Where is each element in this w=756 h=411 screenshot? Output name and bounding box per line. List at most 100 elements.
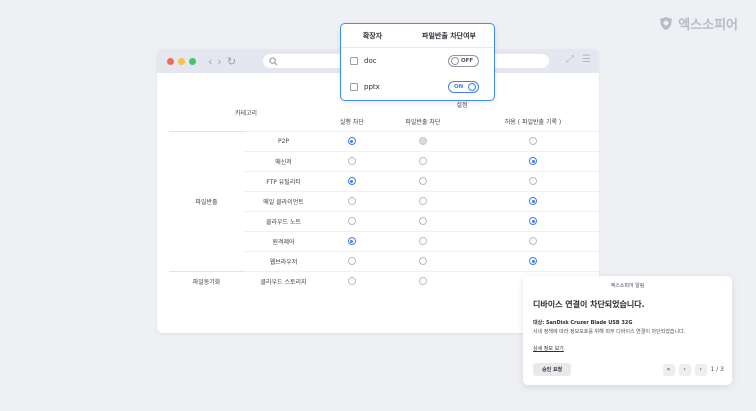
- radio-cell: [380, 270, 466, 291]
- radio-export-block[interactable]: [418, 177, 427, 185]
- prev-page-button[interactable]: ‹: [678, 363, 691, 376]
- radio-cell: [465, 130, 599, 151]
- radio-cell: [465, 170, 599, 191]
- radio-cell: [323, 270, 381, 291]
- radio-export-block[interactable]: [418, 277, 427, 286]
- table-row: 파일반출 P2P: [169, 130, 599, 271]
- radio-allow-log[interactable]: [529, 237, 538, 245]
- page-indicator: 1 / 3: [710, 366, 724, 373]
- block-column-header: 파일반출 차단여부: [422, 31, 476, 40]
- radio-export-block[interactable]: [418, 237, 427, 245]
- notification-heading: 디바이스 연결이 차단되었습니다.: [533, 300, 645, 309]
- radio-allow-log[interactable]: [529, 157, 538, 165]
- next-page-button[interactable]: ›: [694, 363, 707, 376]
- toggle-label: ON: [454, 84, 464, 90]
- radio-export-block[interactable]: [418, 197, 427, 205]
- radio-cell: [323, 130, 381, 151]
- radio-execution-block[interactable]: [347, 137, 356, 145]
- column-header-execution-block: 실행 차단: [339, 119, 364, 127]
- notification-message: 사내 정책에 따라 정보보호를 위해 외부 디바이스 연결이 차단되었습니다.: [533, 329, 686, 335]
- radio-allow-log[interactable]: [529, 177, 538, 185]
- radio-cell: [465, 150, 599, 171]
- category-label: 웹브라우저: [244, 250, 323, 271]
- forward-button[interactable]: ›: [217, 56, 221, 67]
- radio-export-block[interactable]: [418, 217, 427, 225]
- extension-name: pptx: [364, 83, 380, 91]
- radio-cell: [323, 250, 381, 271]
- radio-cell: [380, 130, 466, 151]
- radio-execution-block[interactable]: [347, 197, 356, 205]
- group-label: 파일반출: [169, 130, 244, 271]
- radio-cell: [380, 230, 466, 251]
- radio-execution-block[interactable]: [347, 177, 356, 185]
- radio-execution-block[interactable]: [347, 257, 356, 265]
- toggle-label: OFF: [461, 58, 474, 64]
- extension-name: doc: [364, 57, 377, 65]
- radio-cell: [465, 190, 599, 211]
- category-label: 클라우드 노트: [244, 210, 323, 231]
- radio-export-block[interactable]: [418, 137, 427, 145]
- radio-cell: [465, 210, 599, 231]
- radio-allow-log[interactable]: [529, 137, 538, 145]
- close-window-button[interactable]: [167, 57, 174, 65]
- extension-block-popup: 확장자 파일반출 차단여부 doc OFF pptx ON: [340, 23, 495, 101]
- radio-execution-block[interactable]: [347, 217, 356, 225]
- radio-execution-block[interactable]: [347, 237, 356, 245]
- column-header-export-block: 파일반출 차단: [405, 119, 441, 127]
- approval-request-button[interactable]: 승인 요청: [533, 363, 572, 376]
- category-label: 클라우드 스토리지: [244, 270, 323, 291]
- reload-button[interactable]: ↻: [227, 56, 236, 67]
- back-button[interactable]: ‹: [208, 56, 212, 67]
- radio-allow-log[interactable]: [529, 257, 538, 265]
- radio-cell: [465, 230, 599, 251]
- details-link[interactable]: 상세 정보 보기: [533, 345, 564, 352]
- radio-execution-block[interactable]: [347, 157, 356, 165]
- extension-checkbox[interactable]: [350, 83, 358, 91]
- radio-cell: [323, 230, 381, 251]
- policy-table: 카테고리 설정 실행 차단 파일반출 차단 허용 ( 파일반출 기록 ) 파일반…: [169, 95, 599, 291]
- radio-allow-log[interactable]: [529, 197, 538, 205]
- radio-cell: [323, 190, 381, 211]
- search-icon: [269, 56, 278, 65]
- radio-execution-block[interactable]: [347, 277, 356, 286]
- maximize-window-button[interactable]: [189, 57, 196, 65]
- category-label: FTP 유틸리티: [244, 170, 323, 191]
- first-page-button[interactable]: «: [662, 363, 675, 376]
- radio-cell: [323, 170, 381, 191]
- brand-logo: 엑스소피어: [660, 14, 738, 33]
- notification-target: 대상: SanDisk Cruzer Blade USB 32G: [533, 320, 633, 326]
- column-header-allow-log: 허용 ( 파일반출 기록 ): [504, 119, 562, 127]
- radio-allow-log[interactable]: [529, 217, 538, 225]
- group-label: 파일동기화: [169, 270, 244, 291]
- extension-row: pptx ON: [341, 74, 494, 100]
- expand-icon[interactable]: ⤢: [566, 54, 574, 65]
- minimize-window-button[interactable]: [178, 57, 185, 65]
- radio-cell: [380, 210, 466, 231]
- radio-cell: [380, 170, 466, 191]
- radio-export-block[interactable]: [418, 257, 427, 265]
- toggle-knob: [468, 83, 476, 91]
- extension-row: doc OFF: [341, 48, 494, 74]
- radio-cell: [380, 190, 466, 211]
- brand-name: 엑스소피어: [678, 18, 738, 33]
- extension-column-header: 확장자: [362, 31, 383, 40]
- category-header: 카테고리: [234, 110, 258, 118]
- block-toggle[interactable]: ON: [448, 81, 479, 93]
- category-label: 메일 클라이언트: [244, 190, 323, 211]
- radio-cell: [380, 150, 466, 171]
- shield-icon: [660, 17, 673, 30]
- notification-title: 엑스소피어 알림: [610, 283, 645, 289]
- toggle-knob: [451, 57, 459, 65]
- category-label: P2P: [244, 130, 323, 151]
- radio-cell: [380, 250, 466, 271]
- radio-export-block[interactable]: [418, 157, 427, 165]
- extension-checkbox[interactable]: [350, 57, 358, 65]
- category-label: 원격제어: [244, 230, 323, 251]
- block-toggle[interactable]: OFF: [448, 55, 479, 67]
- radio-cell: [323, 150, 381, 171]
- category-label: 메신저: [244, 150, 323, 171]
- notification-pager: « ‹ › 1 / 3: [662, 363, 724, 376]
- menu-icon[interactable]: ☰: [582, 54, 591, 65]
- radio-cell: [465, 250, 599, 271]
- device-block-notification: 엑스소피어 알림 디바이스 연결이 차단되었습니다. 대상: SanDisk C…: [523, 276, 732, 385]
